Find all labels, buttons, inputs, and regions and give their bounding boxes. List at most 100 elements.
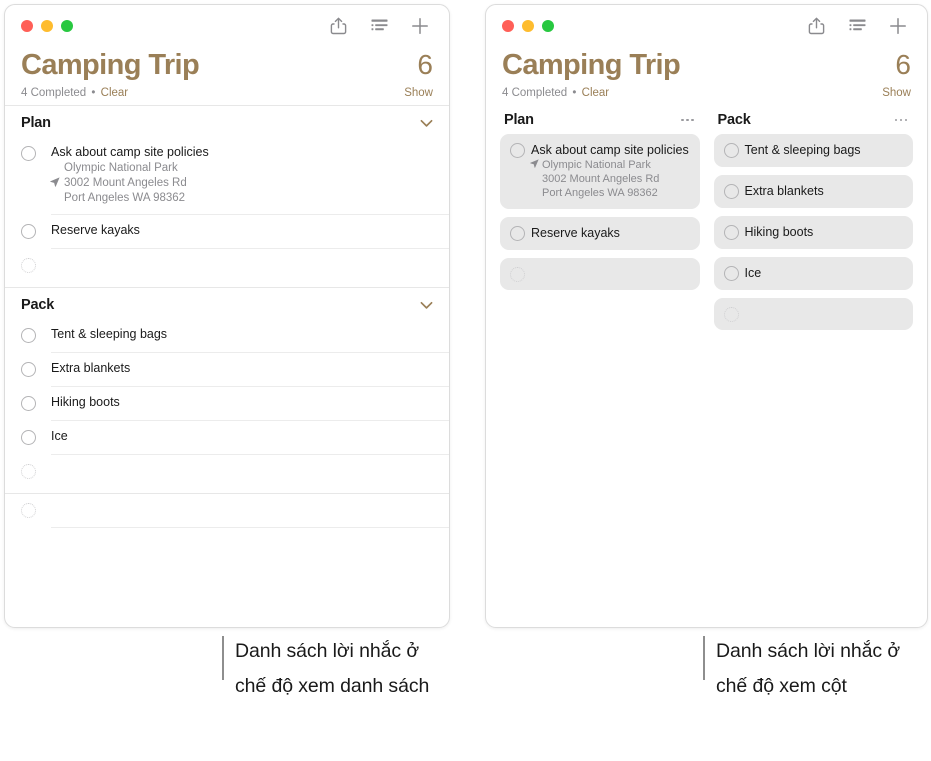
clear-completed-button[interactable]: Clear [101, 87, 128, 99]
new-reminder-input[interactable] [51, 249, 449, 283]
toolbar-actions [327, 15, 431, 37]
checkbox-cell [21, 353, 51, 377]
subheader-separator: • [572, 87, 577, 99]
clear-completed-button[interactable]: Clear [582, 87, 609, 99]
reminder-title: Ask about camp site policies [51, 145, 209, 159]
reminder-content: Reserve kayaks [51, 215, 449, 249]
reminder-checkbox[interactable] [21, 224, 36, 239]
minimize-button[interactable] [41, 20, 53, 32]
zoom-button[interactable] [61, 20, 73, 32]
completed-count-label: 4 Completed [502, 87, 568, 99]
share-icon[interactable] [805, 15, 827, 37]
list-item[interactable]: Tent & sleeping bags [713, 134, 913, 167]
new-reminder-row[interactable] [5, 249, 449, 283]
table-row[interactable]: Ask about camp site policies Olympic Nat… [5, 137, 449, 215]
location-arrow-icon [530, 159, 539, 168]
list-item[interactable]: Ice [713, 257, 913, 290]
section-header-pack[interactable]: Pack [5, 288, 449, 319]
checkbox-cell [21, 249, 51, 273]
reminders-window-list-view: Camping Trip 6 4 Completed • Clear Show … [4, 4, 450, 628]
new-reminder-checkbox[interactable] [723, 307, 739, 322]
new-reminder-checkbox[interactable] [21, 503, 36, 518]
minimize-button[interactable] [522, 20, 534, 32]
reminder-content: Ice [51, 421, 449, 455]
ellipsis-icon[interactable] [893, 115, 910, 126]
reminder-checkbox[interactable] [21, 328, 36, 343]
ellipsis-dot [681, 118, 684, 122]
table-row[interactable]: Hiking boots [5, 387, 449, 421]
table-row[interactable]: Tent & sleeping bags [5, 319, 449, 353]
view-options-icon[interactable] [368, 15, 390, 37]
new-reminder-checkbox[interactable] [510, 267, 525, 282]
ellipsis-dot [691, 118, 694, 122]
reminder-checkbox[interactable] [510, 226, 525, 241]
reminder-checkbox[interactable] [510, 143, 525, 158]
list-item[interactable]: Reserve kayaks [500, 217, 700, 250]
reminder-title: Extra blankets [744, 184, 824, 198]
reminder-checkbox[interactable] [723, 143, 739, 158]
new-reminder-row[interactable] [5, 455, 449, 489]
checkbox-cell [723, 183, 745, 199]
checkbox-cell [510, 225, 531, 241]
show-completed-button[interactable]: Show [404, 87, 433, 99]
checkbox-cell [21, 387, 51, 411]
reminder-checkbox[interactable] [21, 430, 36, 445]
list-item[interactable]: Extra blankets [713, 175, 913, 208]
reminder-checkbox[interactable] [723, 225, 739, 240]
list-header: Camping Trip 6 4 Completed • Clear Show [486, 47, 927, 105]
chevron-down-icon[interactable] [420, 119, 433, 128]
reminder-checkbox[interactable] [21, 146, 36, 161]
reminders-window-column-view: Camping Trip 6 4 Completed • Clear Show … [485, 4, 928, 628]
close-button[interactable] [21, 20, 33, 32]
list-subheader: 4 Completed • Clear Show [21, 83, 433, 105]
view-options-icon[interactable] [846, 15, 868, 37]
reminder-title: Tent & sleeping bags [744, 143, 861, 157]
reminder-content: Reserve kayaks [531, 225, 690, 241]
reminder-title: Hiking boots [51, 395, 120, 409]
show-completed-button[interactable]: Show [882, 87, 911, 99]
list-item[interactable]: Hiking boots [713, 216, 913, 249]
reminder-checkbox[interactable] [723, 184, 739, 199]
reminder-checkbox[interactable] [21, 362, 36, 377]
table-row[interactable]: Extra blankets [5, 353, 449, 387]
chevron-down-icon[interactable] [420, 301, 433, 310]
reminder-title: Reserve kayaks [51, 223, 140, 237]
window-toolbar [5, 5, 449, 47]
ellipsis-icon[interactable] [679, 115, 696, 126]
add-reminder-icon[interactable] [409, 15, 431, 37]
column-title: Plan [504, 112, 534, 128]
table-row[interactable]: Reserve kayaks [5, 215, 449, 249]
reminder-location-line: Port Angeles WA 98362 [542, 187, 658, 199]
new-reminder-card[interactable] [500, 258, 700, 290]
location-street: 3002 Mount Angeles Rd [64, 177, 187, 189]
ellipsis-dot [686, 118, 689, 122]
completed-count-label: 4 Completed [21, 87, 87, 99]
table-row[interactable]: Ice [5, 421, 449, 455]
checkbox-cell [21, 215, 51, 239]
section-header-plan[interactable]: Plan [5, 106, 449, 137]
checkbox-cell [21, 319, 51, 343]
reminder-title: Hiking boots [744, 225, 814, 239]
new-reminder-card[interactable] [713, 298, 913, 330]
close-button[interactable] [502, 20, 514, 32]
reminder-checkbox[interactable] [723, 266, 739, 281]
zoom-button[interactable] [542, 20, 554, 32]
new-reminder-row-trailing[interactable] [5, 494, 449, 528]
new-reminder-checkbox[interactable] [21, 464, 36, 479]
list-item[interactable]: Ask about camp site policies Olympic Nat… [500, 134, 700, 209]
checkbox-cell [21, 455, 51, 479]
reminder-content: Extra blankets [51, 353, 449, 387]
new-reminder-checkbox[interactable] [21, 258, 36, 273]
reminder-content: Hiking boots [51, 387, 449, 421]
callout-text: Danh sách lời nhắc ở chế độ xem cột [716, 640, 901, 697]
section-title: Pack [21, 297, 55, 313]
subheader-separator: • [91, 87, 96, 99]
reminder-checkbox[interactable] [21, 396, 36, 411]
share-icon[interactable] [327, 15, 349, 37]
completed-status: 4 Completed • Clear [502, 87, 609, 99]
checkbox-cell [723, 265, 745, 281]
new-reminder-input[interactable] [51, 455, 449, 489]
page-title: Camping Trip [21, 49, 200, 81]
new-reminder-input[interactable] [51, 494, 449, 528]
add-reminder-icon[interactable] [887, 15, 909, 37]
